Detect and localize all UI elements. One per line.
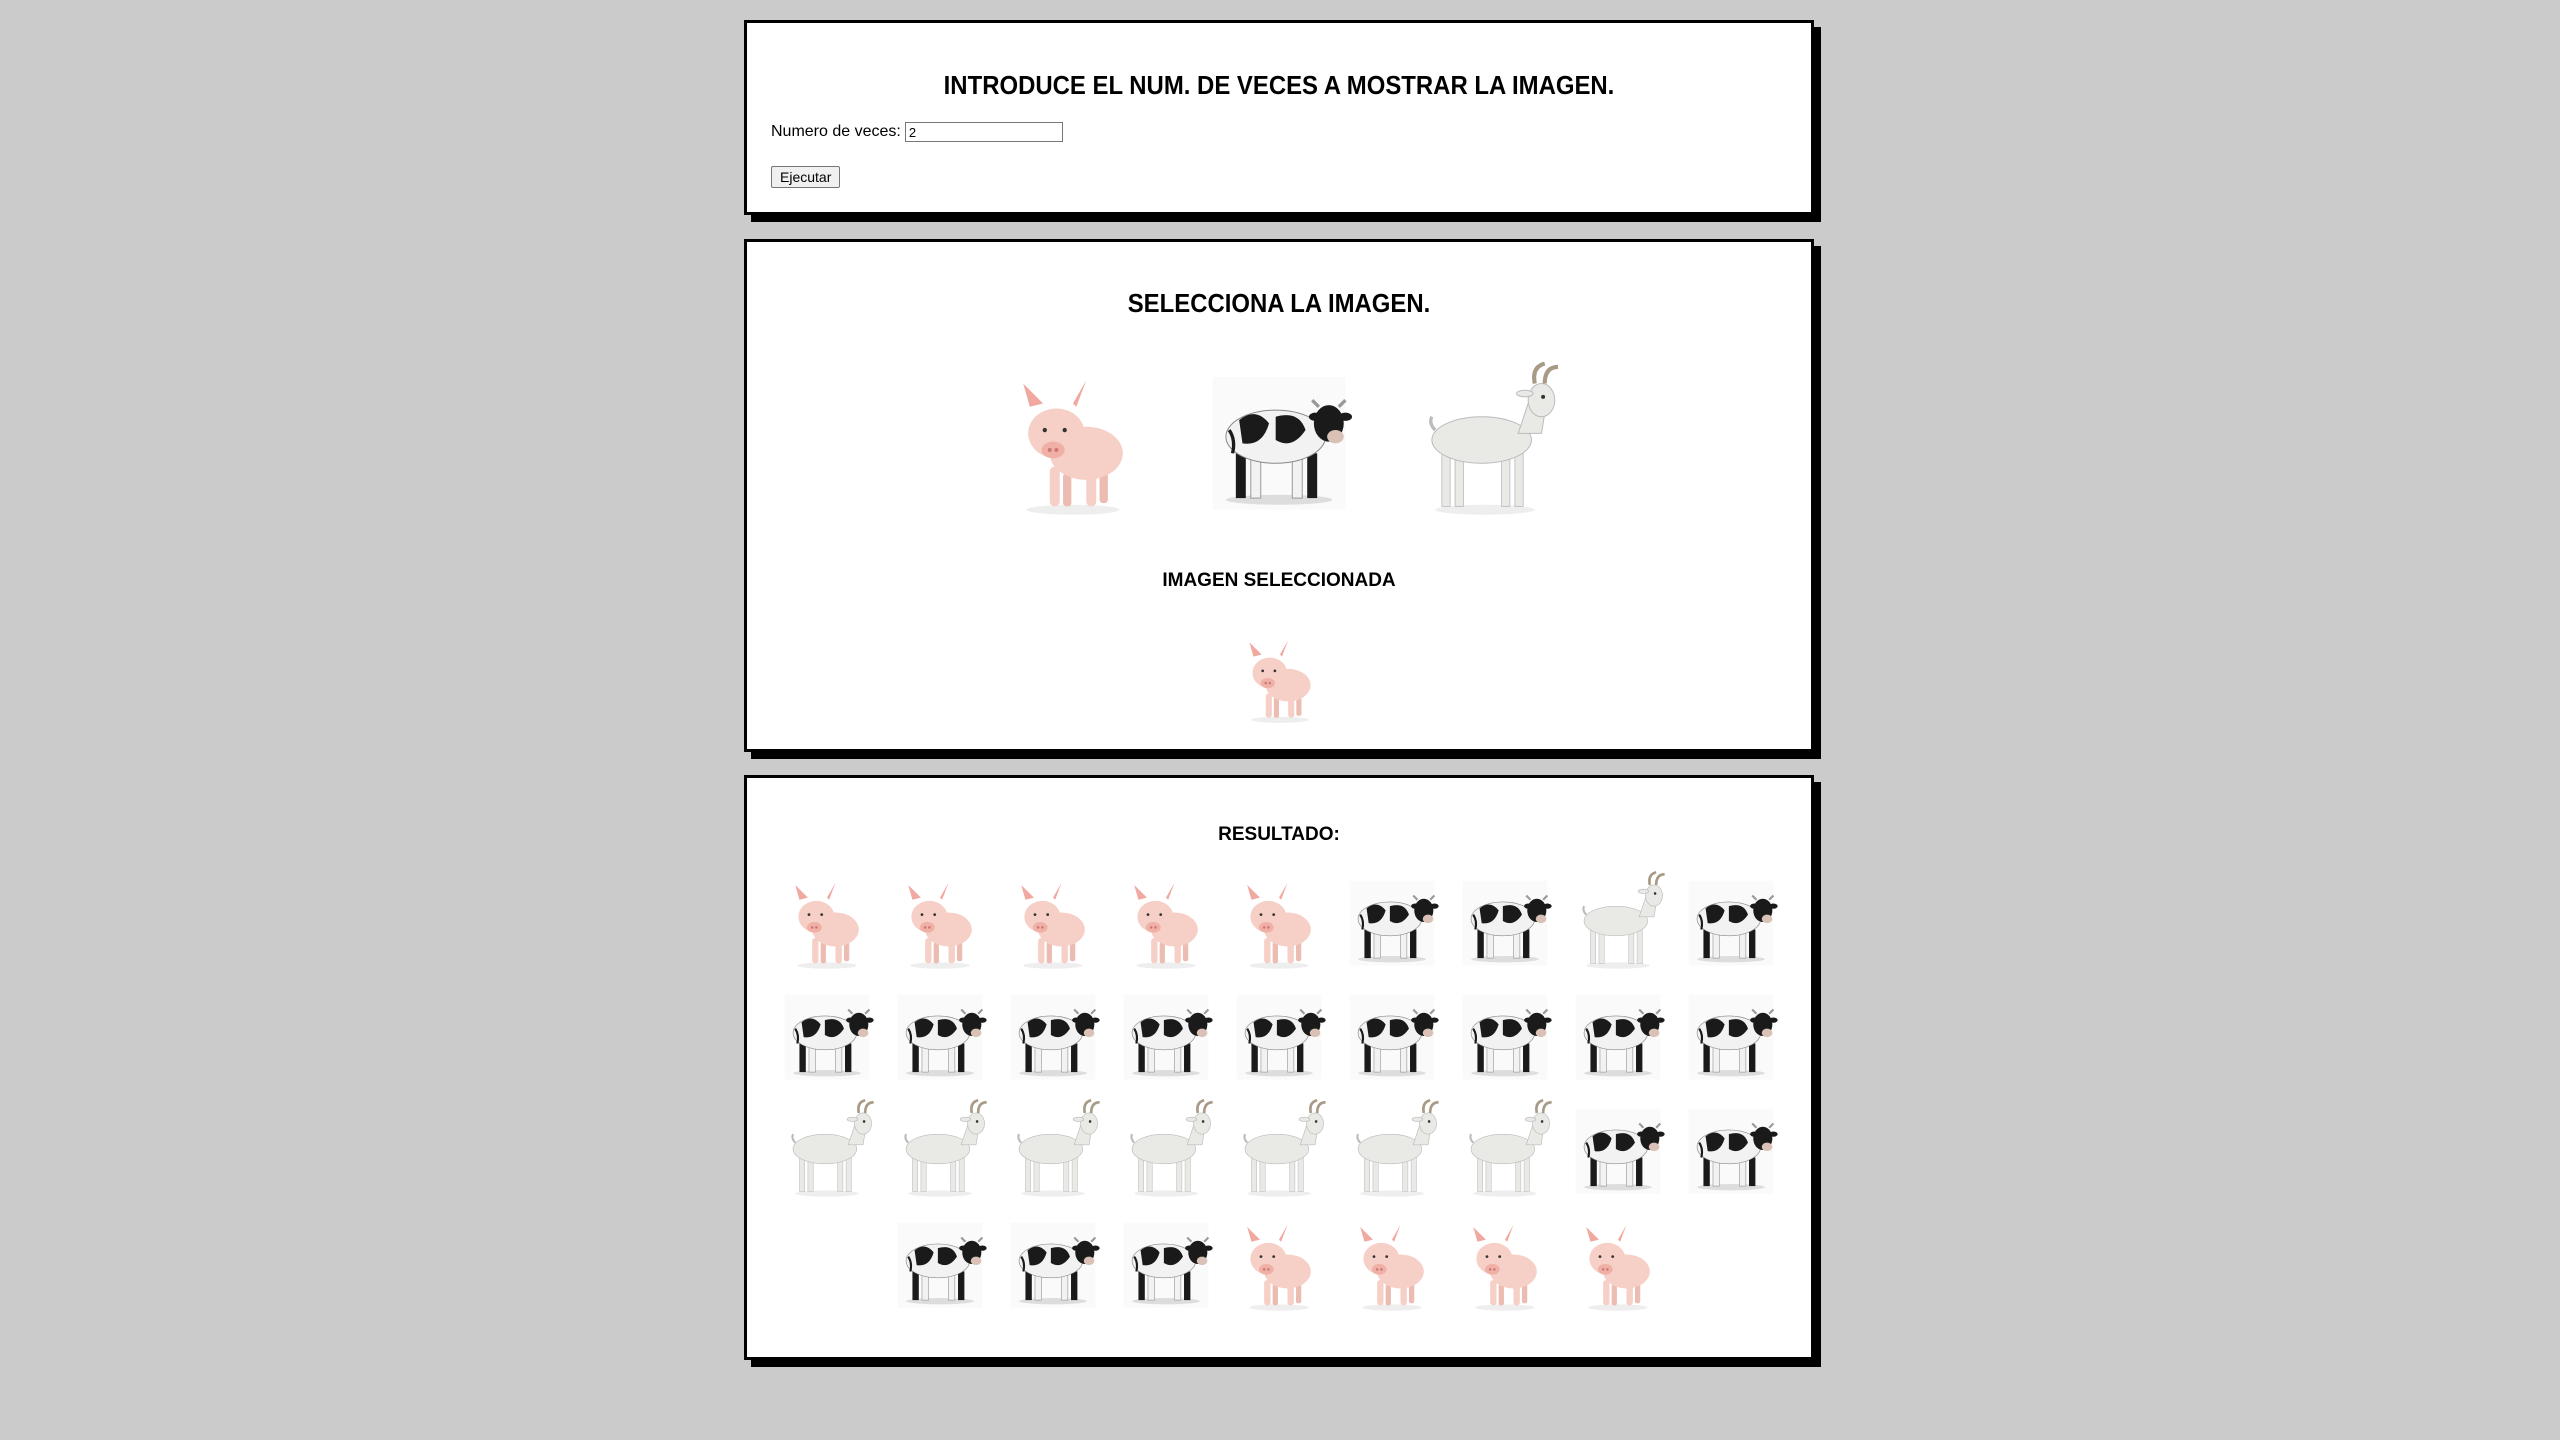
animal-choices [747,357,1811,523]
result-image-goat [774,1096,880,1202]
goat-option[interactable] [1402,357,1568,523]
result-image-cow [1565,982,1671,1088]
result-image-cow [1226,982,1332,1088]
selected-image-label: IMAGEN SELECCIONADA [1162,570,1396,591]
result-image-cow [1339,982,1445,1088]
result-image-pig [1452,1210,1558,1316]
result-image-cow [1113,1210,1219,1316]
execute-button[interactable]: Ejecutar [771,166,841,188]
result-image-cow [1000,1210,1106,1316]
pig-option[interactable] [990,357,1156,523]
result-image-goat [887,1096,993,1202]
result-image-pig [1000,868,1106,974]
result-image-goat [1226,1096,1332,1202]
result-image-cow [1452,982,1558,1088]
result-image-cow [887,982,993,1088]
result-image-goat [1452,1096,1558,1202]
result-grid [771,868,1787,1316]
result-image-cow [1678,982,1784,1088]
result-image-pig [1565,1210,1671,1316]
cow-option[interactable] [1196,357,1362,523]
result-panel: RESULTADO: [744,775,1814,1360]
input-title: INTRODUCE EL NUM. DE VECES A MOSTRAR LA … [943,70,1615,100]
input-panel: INTRODUCE EL NUM. DE VECES A MOSTRAR LA … [744,20,1814,215]
result-image-cow [774,982,880,1088]
result-image-goat [1565,868,1671,974]
result-image-pig [1226,1210,1332,1316]
selected-image [1229,626,1331,728]
result-image-pig [774,868,880,974]
result-image-cow [1113,982,1219,1088]
result-image-cow [1339,868,1445,974]
result-image-goat [1339,1096,1445,1202]
result-image-cow [1678,868,1784,974]
result-image-cow [1565,1096,1671,1202]
result-image-pig [887,868,993,974]
result-image-cow [1452,868,1558,974]
result-image-pig [1339,1210,1445,1316]
select-panel: SELECCIONA LA IMAGEN. IMAGEN SELECCIONAD… [744,239,1814,752]
result-image-pig [1226,868,1332,974]
result-label: RESULTADO: [1218,824,1340,845]
times-field-label: Numero de veces: [771,123,901,140]
result-image-pig [1113,868,1219,974]
times-input[interactable] [904,122,1063,142]
select-title: SELECCIONA LA IMAGEN. [1127,288,1431,318]
result-image-cow [1678,1096,1784,1202]
result-image-cow [1000,982,1106,1088]
result-image-goat [1000,1096,1106,1202]
times-field-row: Numero de veces: [771,122,1063,142]
result-image-goat [1113,1096,1219,1202]
result-image-cow [887,1210,993,1316]
